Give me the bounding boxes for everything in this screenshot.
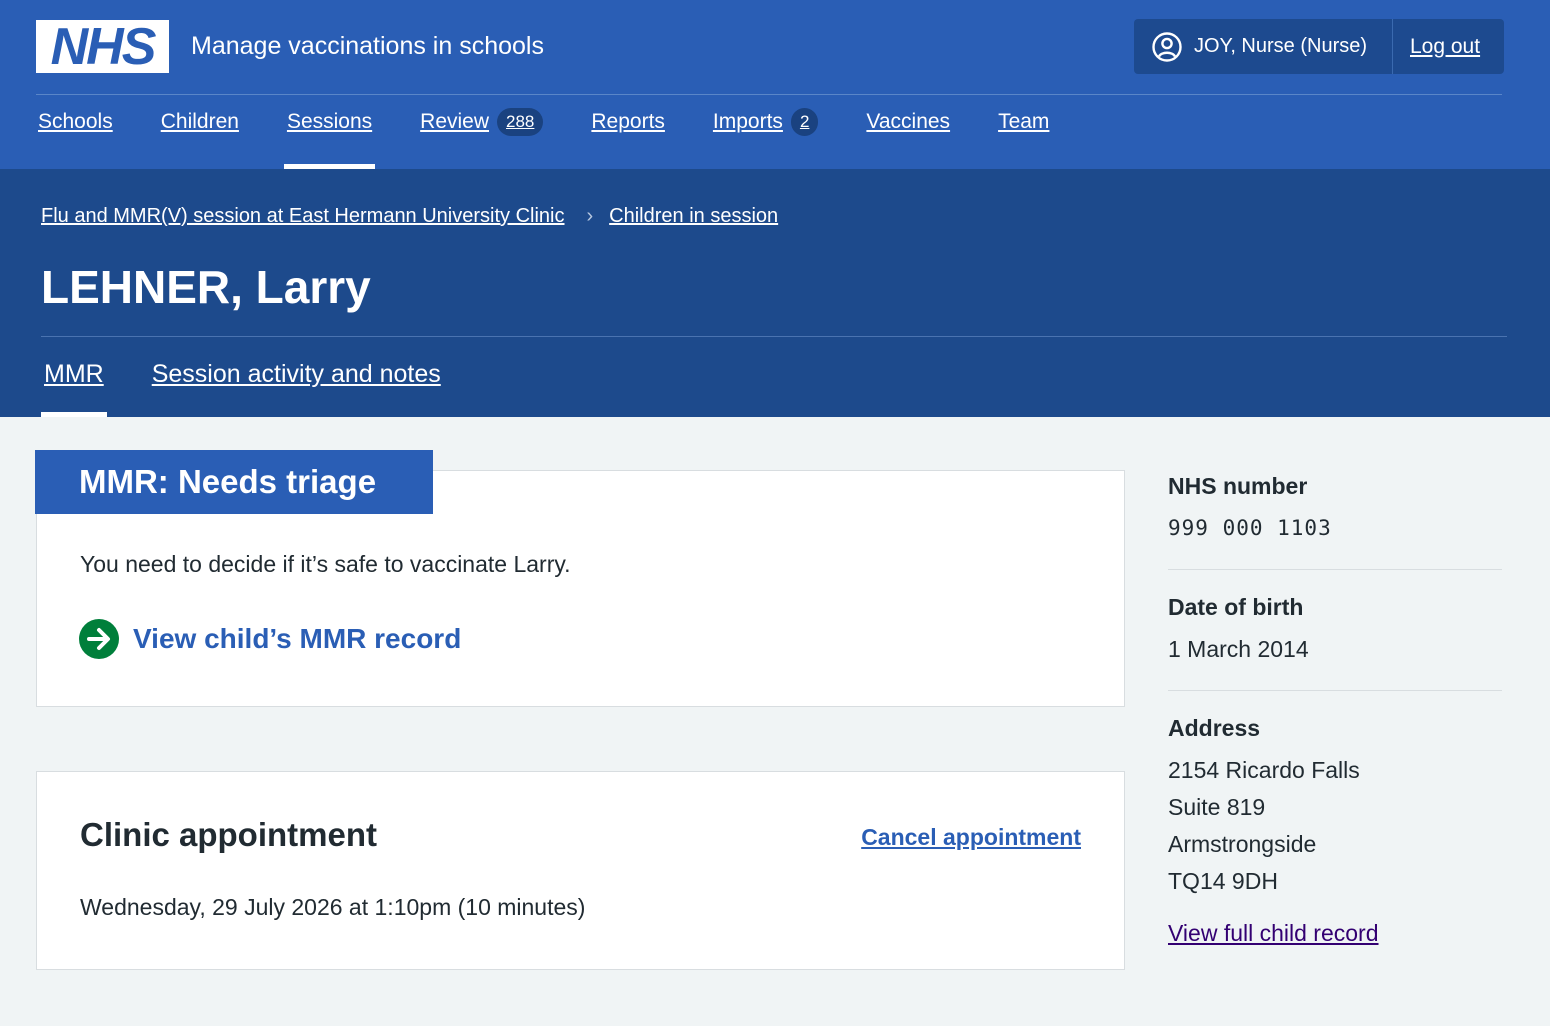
address-line: TQ14 9DH	[1168, 868, 1278, 894]
service-name[interactable]: Manage vaccinations in schools	[191, 32, 544, 61]
nav-label: Imports	[712, 110, 783, 133]
address-line: Armstrongside	[1168, 831, 1317, 857]
dob-value: 1 March 2014	[1168, 636, 1309, 662]
site-header: NHS Manage vaccinations in schools JOY, …	[0, 0, 1550, 169]
nav-label: Team	[998, 110, 1050, 133]
clinic-appointment-card: Clinic appointment Cancel appointment We…	[36, 771, 1125, 970]
nav-label: Vaccines	[866, 110, 951, 133]
nav-label: Sessions	[286, 110, 373, 133]
address-label: Address	[1168, 715, 1261, 741]
address-line: Suite 819	[1168, 794, 1266, 820]
appointment-time: Wednesday, 29 July 2026 at 1:10pm (10 mi…	[80, 894, 586, 920]
tab-session-activity[interactable]: Session activity and notes	[152, 360, 441, 417]
nav-label: Children	[160, 110, 239, 133]
arrow-right-circle-icon	[79, 619, 119, 659]
breadcrumb-children-link[interactable]: Children in session	[609, 205, 778, 228]
nav-item-team[interactable]: Team	[998, 110, 1049, 169]
page-heading-band: Flu and MMR(V) session at East Hermann U…	[0, 169, 1550, 417]
nav-label: Reports	[591, 110, 665, 133]
child-summary: NHS number 999 000 1103 Date of birth 1 …	[1168, 473, 1502, 947]
summary-divider	[1168, 690, 1502, 691]
review-count-badge: 288	[497, 108, 544, 136]
status-heading: MMR: Needs triage	[35, 450, 433, 514]
summary-divider	[1168, 569, 1502, 570]
nhs-logo[interactable]: NHS	[36, 20, 169, 73]
account-user: JOY, Nurse (Nurse)	[1134, 19, 1393, 74]
nhs-logo-text: NHS	[50, 17, 157, 76]
address-value: 2154 Ricardo Falls Suite 819 Armstrongsi…	[1168, 752, 1502, 900]
view-mmr-record-label: View child’s MMR record	[133, 623, 462, 654]
page-title: LEHNER, Larry	[41, 261, 371, 313]
appointment-title: Clinic appointment	[80, 816, 377, 853]
cancel-appointment-link[interactable]: Cancel appointment	[861, 824, 1081, 851]
nav-item-imports[interactable]: Imports 2	[712, 108, 819, 169]
user-icon	[1152, 31, 1182, 62]
nhs-number-label: NHS number	[1168, 473, 1308, 499]
chevron-right-icon: ›	[586, 205, 594, 227]
nav-item-vaccines[interactable]: Vaccines	[866, 110, 950, 169]
nav-item-children[interactable]: Children	[161, 110, 239, 169]
imports-count-badge: 2	[790, 108, 819, 136]
tab-mmr[interactable]: MMR	[41, 360, 107, 417]
nav-item-reports[interactable]: Reports	[591, 110, 665, 169]
nav-item-sessions[interactable]: Sessions	[283, 110, 376, 169]
logout-link[interactable]: Log out	[1393, 35, 1480, 59]
view-full-child-record-link[interactable]: View full child record	[1168, 920, 1379, 947]
address-line: 2154 Ricardo Falls	[1168, 757, 1360, 783]
view-mmr-record-link[interactable]: View child’s MMR record	[79, 619, 461, 659]
breadcrumb: Flu and MMR(V) session at East Hermann U…	[41, 205, 778, 228]
nhs-number-value: 999 000 1103	[1168, 516, 1332, 540]
status-description: You need to decide if it’s safe to vacci…	[80, 551, 571, 577]
account-user-label: JOY, Nurse (Nurse)	[1194, 35, 1368, 57]
nav-label: Schools	[38, 110, 113, 133]
breadcrumb-session-link[interactable]: Flu and MMR(V) session at East Hermann U…	[41, 205, 565, 228]
nav-label: Review	[420, 110, 490, 133]
account-menu: JOY, Nurse (Nurse) Log out	[1134, 19, 1504, 74]
heading-divider	[41, 336, 1507, 337]
primary-navigation: Schools Children Sessions Review 288 Repo…	[38, 108, 1049, 169]
dob-label: Date of birth	[1168, 594, 1304, 620]
secondary-navigation: MMR Session activity and notes	[41, 360, 489, 417]
nav-item-review[interactable]: Review 288	[420, 108, 544, 169]
header-divider	[36, 94, 1502, 95]
nav-item-schools[interactable]: Schools	[38, 110, 113, 169]
